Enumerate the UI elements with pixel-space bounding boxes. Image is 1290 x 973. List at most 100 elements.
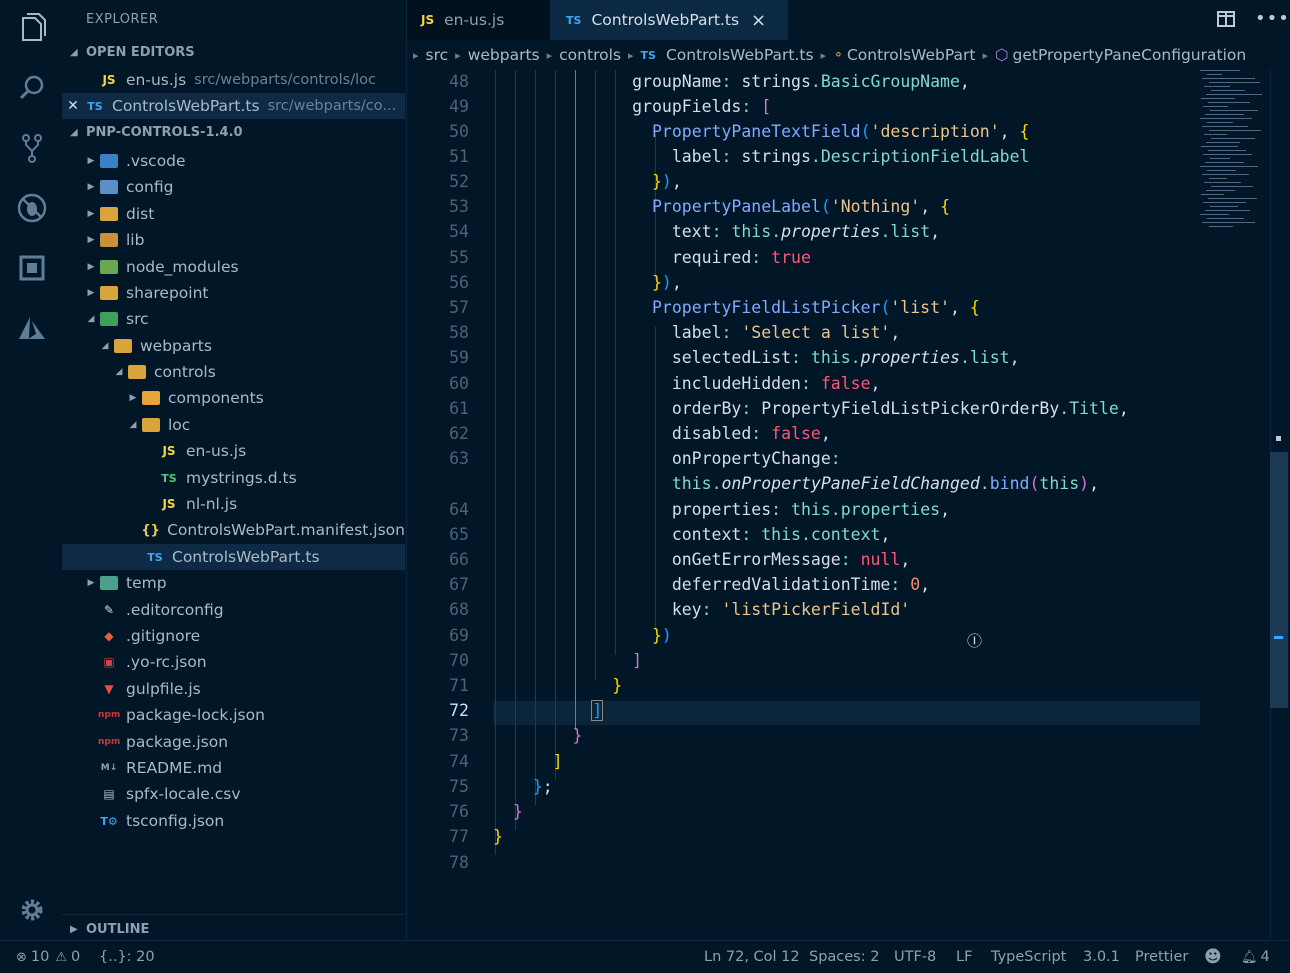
notifications[interactable]: 🔔︎ 4	[1241, 941, 1270, 973]
language-mode[interactable]: TypeScript	[991, 941, 1066, 973]
tree-item-temp[interactable]: ▶ temp	[62, 570, 405, 596]
minimap-line	[1201, 146, 1238, 147]
encoding[interactable]: UTF-8	[894, 941, 936, 973]
tree-item-vscode[interactable]: ▶ .vscode	[62, 148, 405, 174]
tree-item-tsconfig[interactable]: T⚙ tsconfig.json	[62, 808, 405, 834]
outline-section[interactable]: ▶ OUTLINE	[62, 914, 406, 941]
line-number: 71	[449, 676, 469, 695]
open-editor-item[interactable]: JS en-us.js src/webparts/controls/loc	[62, 67, 405, 93]
code-line: label: 'Select a list',	[671, 323, 901, 342]
markdown-icon: M↓	[100, 763, 118, 773]
scrollbar-thumb[interactable]	[1270, 452, 1288, 708]
class-icon: ⚬	[833, 47, 844, 63]
ts-file-icon: TS	[640, 48, 656, 62]
gear-icon[interactable]	[14, 892, 50, 928]
tree-item-gitignore[interactable]: ◆ .gitignore	[62, 623, 405, 649]
folder-lib-icon	[100, 233, 118, 247]
folder-components-icon	[142, 391, 160, 405]
tree-item-webparts[interactable]: ◢ webparts	[62, 333, 405, 359]
cursor-position[interactable]: Ln 72, Col 12	[704, 941, 800, 973]
azure-icon[interactable]	[14, 310, 50, 346]
bracket-status[interactable]: {..}: 20	[99, 941, 155, 973]
code-line: key: 'listPickerFieldId'	[671, 600, 911, 619]
files-icon[interactable]	[14, 10, 50, 46]
line-number: 60	[449, 374, 469, 393]
tree-item-mystrings[interactable]: TS mystrings.d.ts	[62, 465, 405, 491]
typescript-version[interactable]: 3.0.1	[1083, 941, 1120, 973]
minimap-line	[1202, 222, 1255, 223]
warning-icon: ⚠	[55, 949, 68, 965]
minimap-line	[1202, 126, 1248, 127]
tree-item-controls[interactable]: ◢ controls	[62, 359, 405, 385]
tree-item-csv[interactable]: ▤ spfx-locale.csv	[62, 781, 405, 807]
project-header[interactable]: ◢ PNP-CONTROLS-1.4.0	[70, 120, 243, 144]
minimap-line	[1208, 198, 1257, 199]
code-line: }	[612, 676, 623, 695]
breadcrumb-webparts[interactable]: webparts	[468, 46, 540, 64]
tree-item-config[interactable]: ▶ config	[62, 174, 405, 200]
git-icon: ◆	[104, 629, 114, 643]
breadcrumb-method[interactable]: getPropertyPaneConfiguration	[1013, 46, 1247, 64]
line-number: 55	[449, 248, 469, 267]
tab-controlswebpart-ts[interactable]: TS ControlsWebPart.ts ×	[550, 0, 788, 40]
breadcrumb-controls[interactable]: controls	[559, 46, 621, 64]
line-number: 57	[449, 298, 469, 317]
breadcrumb-file[interactable]: ControlsWebPart.ts	[666, 46, 814, 64]
source-control-icon[interactable]	[14, 130, 50, 166]
close-icon[interactable]: ✕	[62, 98, 84, 114]
minimap-line	[1204, 182, 1241, 183]
minimap[interactable]	[1200, 70, 1270, 240]
open-editor-item-active[interactable]: ✕ TS ControlsWebPart.ts src/webparts/co.…	[62, 93, 405, 119]
tree-item-package[interactable]: npm package.json	[62, 729, 405, 755]
debug-icon[interactable]	[14, 190, 50, 226]
tree-item-loc[interactable]: ◢ loc	[62, 412, 405, 438]
minimap-line	[1205, 114, 1244, 115]
breadcrumb-class[interactable]: ControlsWebPart	[847, 46, 976, 64]
minimap-line	[1200, 214, 1229, 215]
editorconfig-icon: ✎	[103, 603, 115, 617]
code-line: selectedList: this.properties.list,	[671, 348, 1020, 367]
tree-item-yo-rc[interactable]: ▣ .yo-rc.json	[62, 649, 405, 675]
breadcrumb-src[interactable]: src	[426, 46, 449, 64]
tree-item-sharepoint[interactable]: ▶ sharepoint	[62, 280, 405, 306]
tab-close-icon[interactable]: ×	[751, 10, 766, 31]
tree-item-package-lock[interactable]: npm package-lock.json	[62, 702, 405, 728]
minimap-line	[1209, 82, 1260, 83]
tree-item-src[interactable]: ◢ src	[62, 306, 405, 332]
tree-item-gulpfile[interactable]: ▼ gulpfile.js	[62, 676, 405, 702]
js-file-icon: JS	[421, 13, 435, 27]
end-of-line[interactable]: LF	[956, 941, 972, 973]
problems-indicator[interactable]: ⊗ 10 ⚠ 0	[16, 941, 80, 973]
code-line: label: strings.DescriptionFieldLabel	[671, 147, 1030, 166]
search-icon[interactable]	[14, 70, 50, 106]
chevron-right-icon: ▶	[87, 156, 95, 166]
tree-item-readme[interactable]: M↓ README.md	[62, 755, 405, 781]
chevron-right-icon: ▶	[87, 288, 95, 298]
prettier-status[interactable]: Prettier	[1135, 941, 1188, 973]
indentation[interactable]: Spaces: 2	[809, 941, 879, 973]
chevron-right-icon: ▸	[982, 48, 988, 62]
code-editor[interactable]: 48 49 50 51 52 53 54 55 56 57 58 59 60 61 62 63 64 65 66 67…	[407, 70, 1290, 872]
tab-en-us-js[interactable]: JS en-us.js	[407, 0, 564, 40]
minimap-line	[1206, 94, 1262, 95]
tree-item-nl-nl-js[interactable]: JS nl-nl.js	[62, 491, 405, 517]
tree-item-components[interactable]: ▶ components	[62, 385, 405, 411]
tree-item-en-us-js[interactable]: JS en-us.js	[62, 438, 405, 464]
minimap-line	[1205, 210, 1250, 211]
feedback-smiley-icon[interactable]: ☻	[1204, 941, 1222, 973]
chevron-right-icon: ▸	[455, 48, 461, 62]
tree-item-node-modules[interactable]: ▶ node_modules	[62, 254, 405, 280]
code-line: disabled: false,	[671, 424, 831, 443]
more-actions-icon[interactable]: •••	[1255, 8, 1290, 29]
line-number: 56	[449, 273, 469, 292]
tree-item-controlswebpart[interactable]: TS ControlsWebPart.ts	[62, 544, 405, 570]
tree-item-dist[interactable]: ▶ dist	[62, 201, 405, 227]
code-line: ]	[632, 651, 643, 670]
tree-item-editorconfig[interactable]: ✎ .editorconfig	[62, 597, 405, 623]
tree-item-lib[interactable]: ▶ lib	[62, 227, 405, 253]
open-editors-header[interactable]: ◢ OPEN EDITORS	[70, 40, 195, 64]
split-editor-icon[interactable]	[1217, 11, 1235, 27]
tree-item-manifest[interactable]: {} ControlsWebPart.manifest.json	[62, 517, 405, 543]
line-number: 49	[449, 97, 469, 116]
extensions-icon[interactable]	[14, 250, 50, 286]
